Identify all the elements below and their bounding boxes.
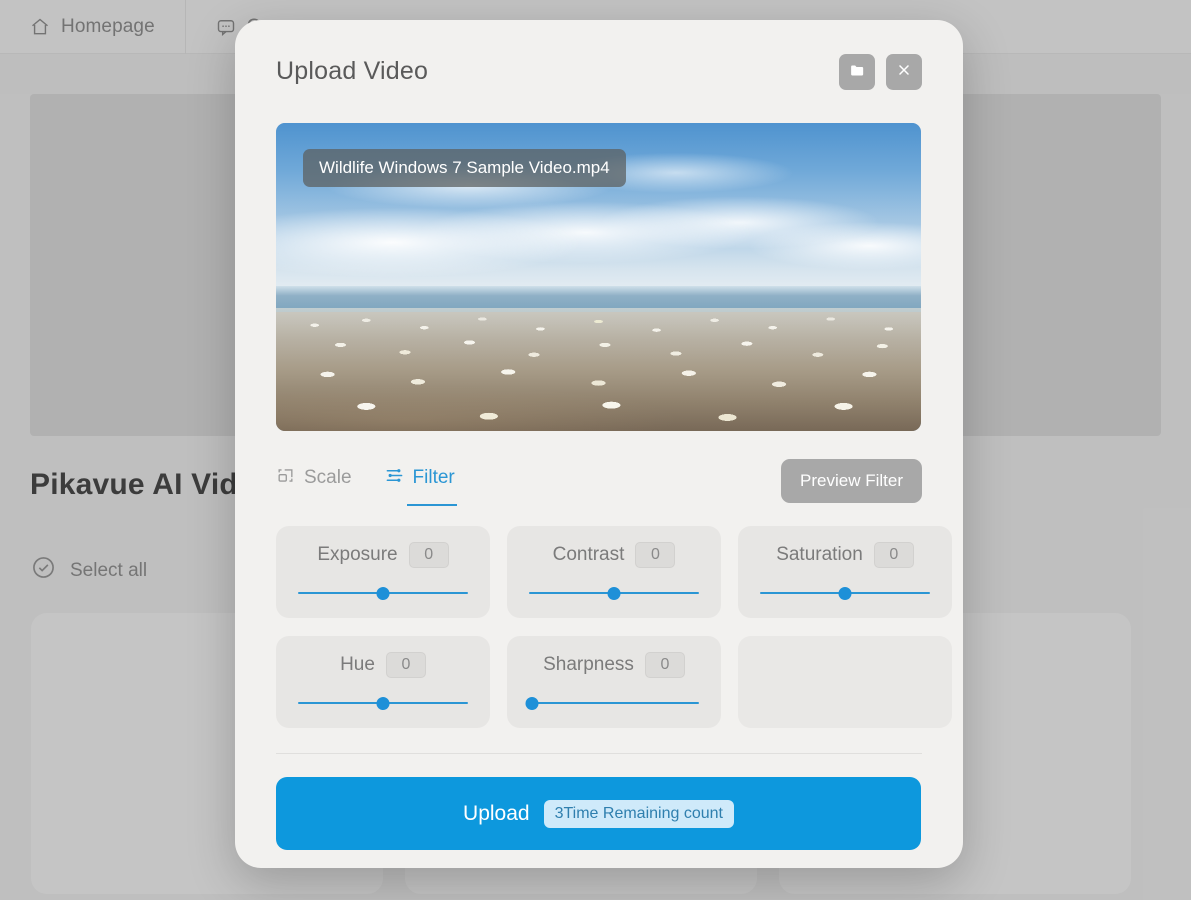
- slider-track: [529, 702, 699, 704]
- modal-header-actions: [839, 54, 922, 90]
- folder-icon: [849, 62, 866, 82]
- filter-sharpness: Sharpness 0: [507, 636, 721, 728]
- folder-button[interactable]: [839, 54, 875, 90]
- preview-filter-button[interactable]: Preview Filter: [781, 459, 922, 503]
- close-icon: [896, 62, 912, 81]
- filter-exposure: Exposure 0: [276, 526, 490, 618]
- filter-value[interactable]: 0: [409, 542, 449, 568]
- filter-value[interactable]: 0: [645, 652, 685, 678]
- slider-thumb[interactable]: [608, 587, 621, 600]
- slider-thumb[interactable]: [377, 697, 390, 710]
- filter-empty-slot: [738, 636, 952, 728]
- filter-value[interactable]: 0: [386, 652, 426, 678]
- filter-hue: Hue 0: [276, 636, 490, 728]
- video-preview[interactable]: Wildlife Windows 7 Sample Video.mp4: [276, 123, 921, 431]
- tab-scale[interactable]: Scale: [276, 466, 352, 497]
- nav-tab-homepage[interactable]: Homepage: [0, 0, 185, 54]
- slider-thumb[interactable]: [839, 587, 852, 600]
- filter-contrast: Contrast 0: [507, 526, 721, 618]
- filter-slider[interactable]: [529, 585, 699, 601]
- filter-label: Exposure: [317, 544, 397, 566]
- sliders-icon: [385, 466, 404, 491]
- filter-header: Saturation 0: [776, 542, 914, 568]
- close-button[interactable]: [886, 54, 922, 90]
- select-all-control[interactable]: Select all: [31, 555, 147, 586]
- filter-slider[interactable]: [298, 695, 468, 711]
- filter-label: Contrast: [553, 544, 625, 566]
- video-filename-badge: Wildlife Windows 7 Sample Video.mp4: [303, 149, 626, 187]
- filter-slider[interactable]: [298, 585, 468, 601]
- slider-thumb[interactable]: [526, 697, 539, 710]
- filter-value[interactable]: 0: [635, 542, 675, 568]
- bird-colony-region: [276, 308, 921, 431]
- filter-header: Contrast 0: [553, 542, 676, 568]
- filter-header: Sharpness 0: [543, 652, 685, 678]
- slider-thumb[interactable]: [377, 587, 390, 600]
- sky-region: [276, 123, 921, 289]
- filter-value[interactable]: 0: [874, 542, 914, 568]
- filter-slider-grid: Exposure 0 Contrast 0: [276, 526, 922, 728]
- modal-header: Upload Video: [276, 20, 922, 123]
- filter-slider[interactable]: [760, 585, 930, 601]
- select-all-label: Select all: [70, 560, 147, 582]
- modal-title: Upload Video: [276, 57, 428, 86]
- tab-label: Scale: [304, 467, 352, 489]
- home-icon: [30, 17, 50, 37]
- nav-tab-label: Homepage: [61, 16, 155, 38]
- check-circle-icon: [31, 555, 56, 586]
- crop-frame-icon: [276, 466, 295, 491]
- tab-filter[interactable]: Filter: [385, 466, 455, 497]
- upload-button-label: Upload: [463, 802, 530, 826]
- tab-label: Filter: [413, 467, 455, 489]
- editor-tabs: Scale Filter Preview Filter: [276, 456, 922, 506]
- filter-slider[interactable]: [529, 695, 699, 711]
- modal-divider: [276, 753, 922, 754]
- filter-header: Exposure 0: [317, 542, 448, 568]
- page-title: Pikavue AI Vide: [30, 468, 255, 502]
- filter-label: Saturation: [776, 544, 863, 566]
- filter-label: Sharpness: [543, 654, 634, 676]
- upload-video-modal: Upload Video: [235, 20, 963, 868]
- app-root: Homepage Co Pikavue AI Vide: [0, 0, 1191, 900]
- upload-button[interactable]: Upload 3Time Remaining count: [276, 777, 921, 850]
- chat-bubble-icon: [216, 17, 236, 37]
- filter-saturation: Saturation 0: [738, 526, 952, 618]
- filter-header: Hue 0: [340, 652, 426, 678]
- upload-count-badge: 3Time Remaining count: [544, 800, 734, 828]
- filter-label: Hue: [340, 654, 375, 676]
